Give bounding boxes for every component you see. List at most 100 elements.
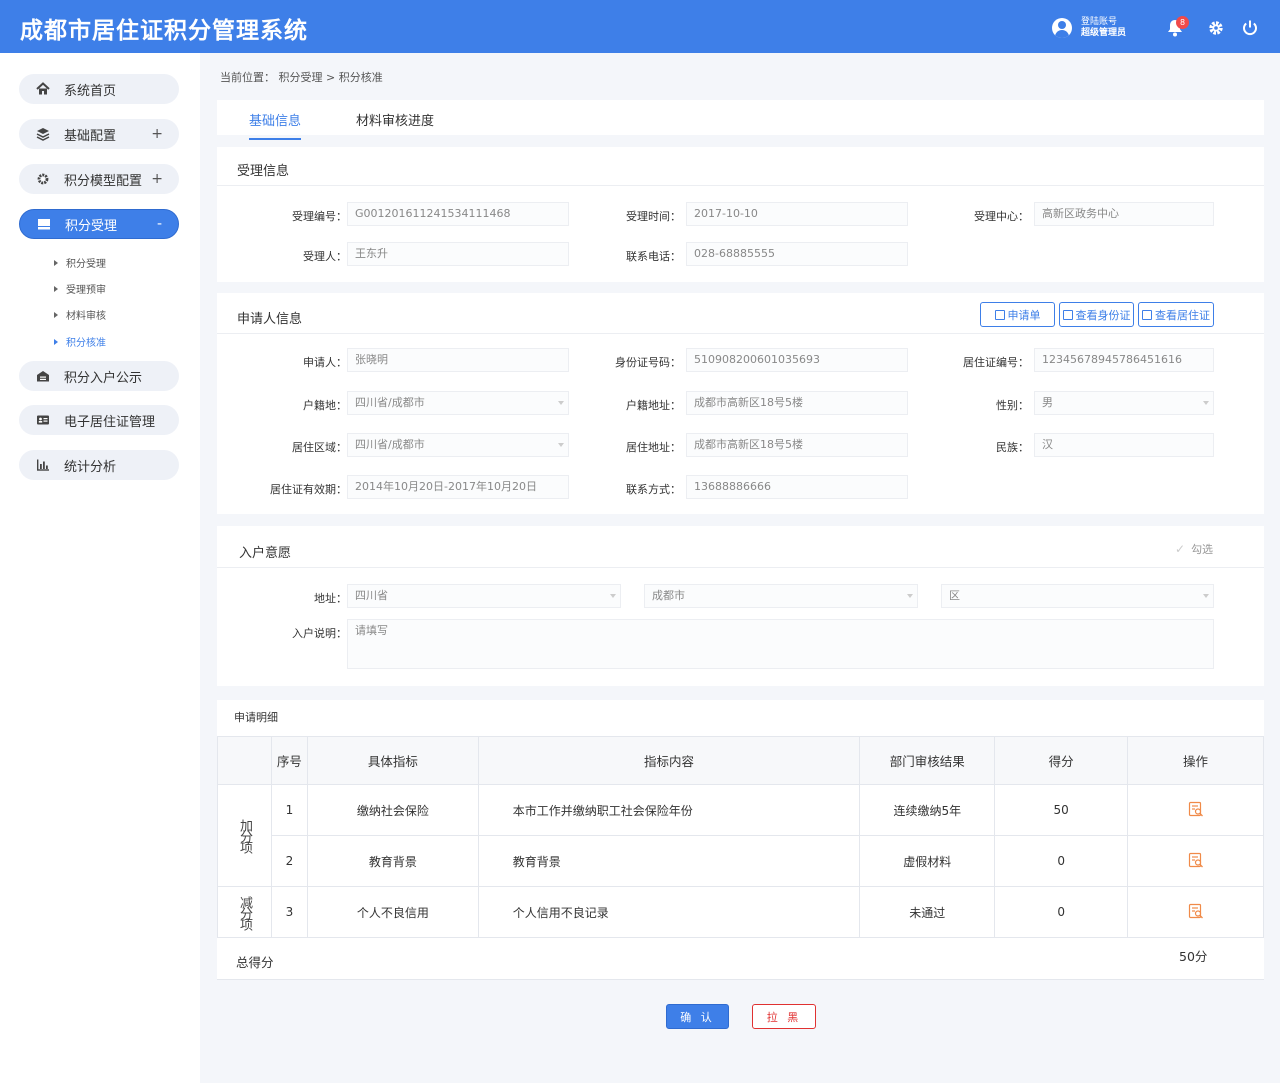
power-icon[interactable] (1241, 19, 1259, 37)
acceptance-time-field[interactable]: 2017-10-10 (686, 202, 908, 226)
sidebar-sub-material-review[interactable]: 材料审核 (54, 307, 106, 322)
permit-number-field[interactable]: 12345678945786451616 (1034, 348, 1214, 372)
house-icon (36, 369, 50, 383)
field-label: 居住地址： (626, 441, 681, 454)
field-label: 受理中心： (974, 210, 1029, 223)
sidebar-item-publicity[interactable]: 积分入户公示 (19, 361, 179, 391)
section-title: 申请人信息 (237, 312, 303, 327)
acceptance-person-field[interactable]: 王东升 (347, 242, 569, 266)
field-label: 地址： (314, 592, 347, 605)
field-label: 入户说明： (292, 627, 347, 640)
settle-description-textarea[interactable]: 请填写 (347, 619, 1214, 669)
tab-bar: 基础信息 材料审核进度 (217, 100, 1264, 140)
column-header: 得分 (994, 736, 1129, 785)
collapse-icon[interactable]: - (157, 216, 162, 232)
sidebar-item-model-config[interactable]: 积分模型配置 + (19, 164, 179, 194)
ethnicity-field[interactable]: 汉 (1034, 433, 1214, 457)
chevron-down-icon (907, 594, 913, 598)
detail-table: 序号 具体指标 指标内容 部门审核结果 得分 操作 加分项 1 缴纳社会保险 本… (217, 736, 1264, 938)
app-title: 成都市居住证积分管理系统 (20, 18, 308, 44)
applicant-info-panel: 申请人信息 申请单 查看身份证 查看居住证 申请人： 张晓明 身份证号码： 51… (217, 293, 1264, 514)
column-header: 指标内容 (477, 736, 861, 785)
gear-icon (36, 172, 50, 186)
expand-icon[interactable]: + (151, 126, 163, 142)
sidebar-sub-acceptance[interactable]: 积分受理 (54, 255, 106, 270)
column-header: 具体指标 (306, 736, 479, 785)
field-label: 联系方式： (626, 483, 681, 496)
permit-validity-field[interactable]: 2014年10月20日-2017年10月20日 (347, 475, 569, 499)
hukou-address-field[interactable]: 成都市高新区18号5楼 (686, 391, 908, 415)
residence-area-select[interactable]: 四川省/成都市 (347, 433, 569, 457)
district-select[interactable]: 区 (941, 584, 1214, 608)
column-header: 序号 (270, 736, 308, 785)
tab-basic-info[interactable]: 基础信息 (249, 110, 302, 140)
contact-field[interactable]: 13688886666 (686, 475, 908, 499)
field-label: 户籍地： (303, 399, 347, 412)
login-label: 登陆账号 (1081, 17, 1118, 27)
province-select[interactable]: 四川省 (347, 584, 621, 608)
layers-icon (36, 127, 50, 141)
triangle-icon (54, 259, 58, 266)
field-label: 性别： (996, 399, 1029, 412)
user-role: 超级管理员 (1081, 28, 1127, 38)
check-icon: ✓ (1175, 542, 1186, 556)
top-bar: 成都市居住证积分管理系统 登陆账号 超级管理员 8 (0, 0, 1280, 53)
chevron-down-icon (1203, 594, 1209, 598)
city-select[interactable]: 成都市 (644, 584, 918, 608)
field-label: 民族： (996, 441, 1029, 454)
home-icon (36, 82, 50, 96)
sidebar-item-e-permit[interactable]: 电子居住证管理 (19, 405, 179, 435)
field-label: 受理编号： (292, 210, 347, 223)
chevron-down-icon (1203, 401, 1209, 405)
field-label: 受理时间： (626, 210, 681, 223)
inbox-icon (37, 217, 51, 231)
review-document-icon[interactable] (1188, 852, 1204, 868)
sidebar-item-home[interactable]: 系统首页 (19, 74, 179, 104)
total-value: 50分 (1179, 949, 1208, 964)
sidebar-sub-pre-review[interactable]: 受理预审 (54, 281, 106, 296)
select-checkbox[interactable]: ✓ 勾选 (1175, 541, 1213, 557)
group-label-add: 加分项 (217, 784, 272, 887)
settle-intention-panel: 入户意愿 ✓ 勾选 地址： 四川省 成都市 区 入户说明： 请填写 (217, 526, 1264, 686)
total-label: 总得分 (236, 955, 274, 970)
acceptance-center-field[interactable]: 高新区政务中心 (1034, 202, 1214, 226)
review-document-icon[interactable] (1188, 801, 1204, 817)
residence-address-field[interactable]: 成都市高新区18号5楼 (686, 433, 908, 457)
bar-chart-icon (36, 458, 50, 472)
tab-material-progress[interactable]: 材料审核进度 (356, 110, 434, 138)
sidebar-item-points-acceptance[interactable]: 积分受理 - (19, 209, 179, 239)
view-id-card-button[interactable]: 查看身份证 (1059, 302, 1134, 327)
id-number-field[interactable]: 510908200601035693 (686, 348, 908, 372)
applicant-name-field[interactable]: 张晓明 (347, 348, 569, 372)
sidebar: 系统首页 基础配置 + 积分模型配置 + 积分受理 - 积分受理 受理预审 材料… (0, 53, 200, 1083)
column-header: 部门审核结果 (859, 736, 996, 785)
sidebar-sub-approval[interactable]: 积分核准 (54, 334, 106, 349)
hukou-select[interactable]: 四川省/成都市 (347, 391, 569, 415)
field-label: 联系电话： (626, 250, 681, 263)
avatar-icon (1052, 18, 1072, 38)
acceptance-phone-field[interactable]: 028-68885555 (686, 242, 908, 266)
field-label: 居住证编号： (963, 356, 1029, 369)
triangle-icon (54, 338, 58, 345)
application-form-button[interactable]: 申请单 (980, 302, 1055, 327)
view-residence-permit-button[interactable]: 查看居住证 (1138, 302, 1214, 327)
gender-select[interactable]: 男 (1034, 391, 1214, 415)
expand-icon[interactable]: + (151, 171, 163, 187)
settings-icon[interactable] (1207, 19, 1225, 37)
triangle-icon (54, 311, 58, 318)
column-header: 操作 (1127, 736, 1264, 785)
confirm-button[interactable]: 确 认 (666, 1004, 729, 1029)
acceptance-no-field[interactable]: G001201611241534111468 (347, 202, 569, 226)
table-row: 加分项 1 缴纳社会保险 本市工作并缴纳职工社会保险年份 连续缴纳5年 50 (217, 784, 1264, 887)
sidebar-item-basic-config[interactable]: 基础配置 + (19, 119, 179, 149)
section-title: 入户意愿 (239, 546, 292, 561)
field-label: 受理人： (303, 250, 347, 263)
chevron-down-icon (610, 594, 616, 598)
table-header-row: 序号 具体指标 指标内容 部门审核结果 得分 操作 (217, 736, 1264, 785)
review-document-icon[interactable] (1188, 903, 1204, 919)
user-menu[interactable]: 登陆账号 超级管理员 (1052, 17, 1126, 39)
sidebar-item-statistics[interactable]: 统计分析 (19, 450, 179, 480)
triangle-icon (54, 285, 58, 292)
blacklist-button[interactable]: 拉 黑 (752, 1004, 816, 1029)
id-card-icon (36, 413, 50, 427)
